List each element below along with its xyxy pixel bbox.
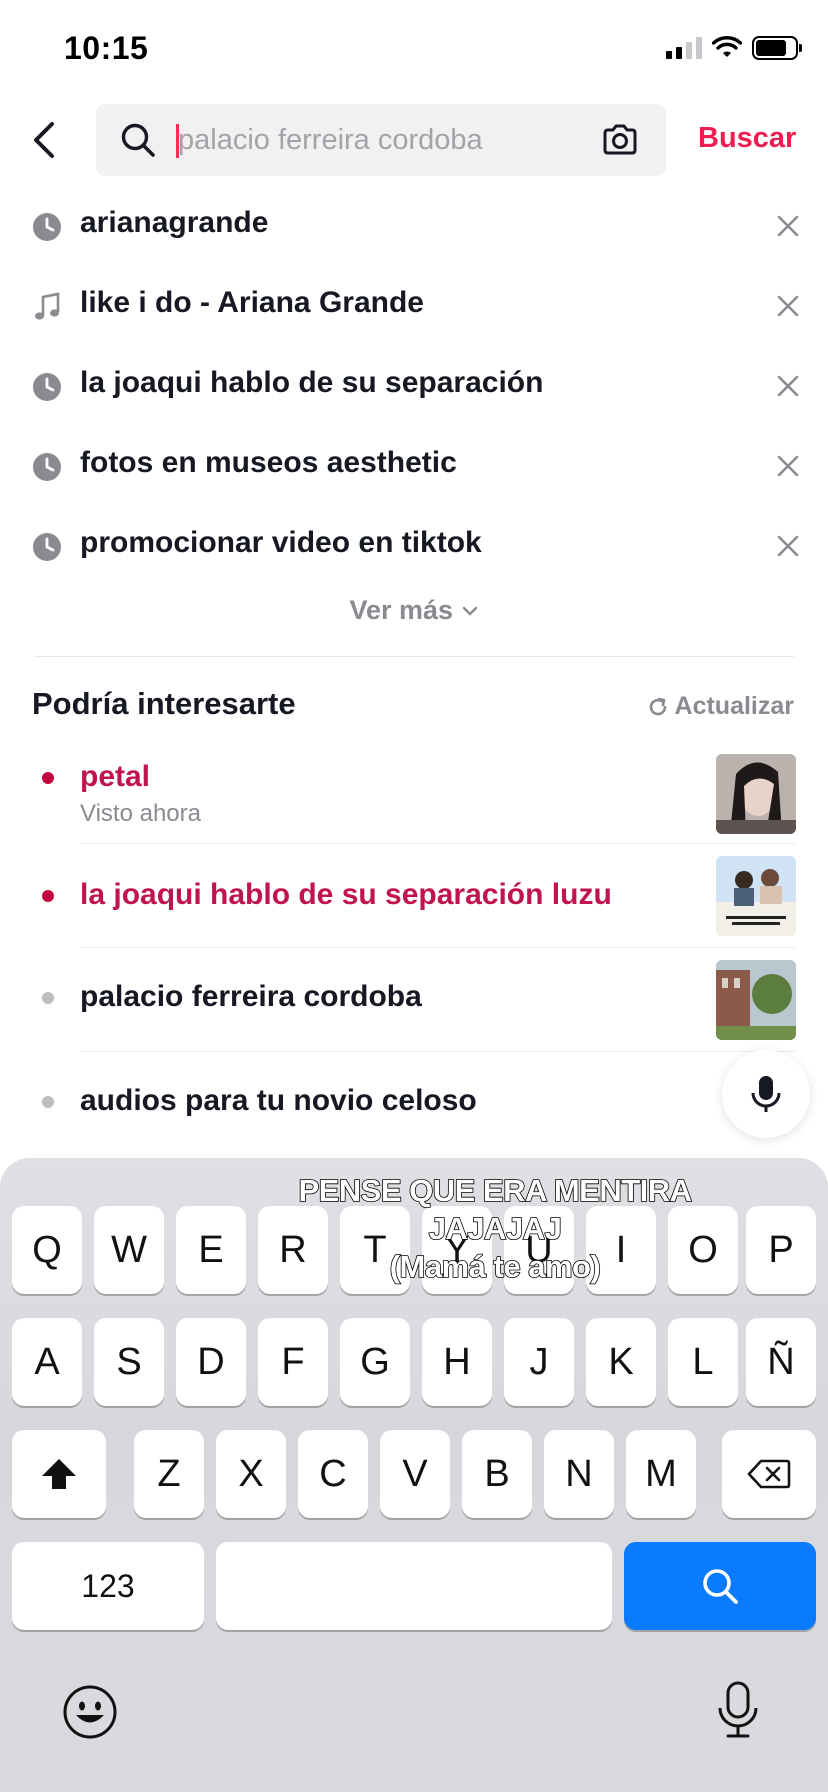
chevron-down-icon <box>462 606 477 616</box>
key[interactable]: X <box>216 1430 286 1518</box>
remove-history-icon[interactable] <box>772 370 804 402</box>
remove-history-icon[interactable] <box>772 530 804 562</box>
clock-icon <box>33 453 61 481</box>
shift-key[interactable] <box>12 1430 106 1518</box>
search-history-list: arianagrande like i do - Ariana Grande l… <box>0 190 828 590</box>
clock-icon <box>33 373 61 401</box>
key[interactable]: F <box>258 1318 328 1406</box>
key[interactable]: Q <box>12 1206 82 1294</box>
search-icon <box>703 1569 738 1604</box>
suggestions-title: Podría interesarte <box>32 686 296 721</box>
key[interactable]: C <box>298 1430 368 1518</box>
key[interactable]: Z <box>134 1430 204 1518</box>
key[interactable]: H <box>422 1318 492 1406</box>
suggestion-thumbnail <box>716 754 796 834</box>
key[interactable]: J <box>504 1318 574 1406</box>
history-item[interactable]: fotos en museos aesthetic <box>0 430 828 510</box>
key[interactable]: G <box>340 1318 410 1406</box>
status-icons <box>666 36 802 60</box>
key[interactable]: W <box>94 1206 164 1294</box>
music-note-icon <box>35 292 60 320</box>
caption-line: (Mamá te amo) <box>389 1248 602 1285</box>
remove-history-icon[interactable] <box>772 210 804 242</box>
status-bar: 10:15 <box>0 0 828 100</box>
section-divider <box>34 656 794 657</box>
key[interactable]: L <box>668 1318 738 1406</box>
refresh-button[interactable]: Actualizar <box>647 692 794 721</box>
key[interactable]: D <box>176 1318 246 1406</box>
suggestion-item[interactable]: petal Visto ahora <box>0 748 828 844</box>
suggestion-subtitle: Visto ahora <box>80 800 201 827</box>
backspace-icon <box>747 1459 791 1489</box>
key[interactable]: N <box>544 1430 614 1518</box>
caption-line: JAJAJAJ <box>428 1210 563 1247</box>
text-cursor <box>176 124 179 158</box>
history-item-label: arianagrande <box>80 206 269 239</box>
history-item[interactable]: la joaqui hablo de su separación <box>0 350 828 430</box>
suggestion-label: la joaqui hablo de su separación luzu <box>80 878 612 911</box>
space-key[interactable] <box>216 1542 612 1630</box>
history-item[interactable]: like i do - Ariana Grande <box>0 270 828 350</box>
key[interactable]: V <box>380 1430 450 1518</box>
cellular-signal-icon <box>666 37 702 59</box>
suggestions-list: petal Visto ahora la joaqui hablo de su … <box>0 748 828 1156</box>
suggestion-label: palacio ferreira cordoba <box>80 980 422 1013</box>
key[interactable]: K <box>586 1318 656 1406</box>
history-item[interactable]: promocionar video en tiktok <box>0 510 828 590</box>
back-arrow-icon[interactable] <box>26 118 66 162</box>
key[interactable]: S <box>94 1318 164 1406</box>
suggestion-item[interactable]: la joaqui hablo de su separación luzu <box>0 844 828 948</box>
remove-history-icon[interactable] <box>772 450 804 482</box>
suggestion-label: audios para tu novio celoso <box>80 1084 477 1117</box>
refresh-label: Actualizar <box>674 692 794 720</box>
battery-icon <box>752 36 802 60</box>
suggestion-dot-icon <box>42 1096 54 1108</box>
status-time: 10:15 <box>64 30 149 66</box>
key[interactable]: M <box>626 1430 696 1518</box>
search-icon <box>121 123 155 157</box>
trending-dot-icon <box>42 890 54 902</box>
backspace-key[interactable] <box>722 1430 816 1518</box>
search-box[interactable] <box>96 104 666 176</box>
keyboard-search-key[interactable] <box>624 1542 816 1630</box>
key[interactable]: B <box>462 1430 532 1518</box>
history-item-label: fotos en museos aesthetic <box>80 446 457 479</box>
search-submit-button[interactable]: Buscar <box>698 122 796 155</box>
history-item[interactable]: arianagrande <box>0 190 828 270</box>
suggestion-thumbnail <box>716 960 796 1040</box>
voice-search-button[interactable] <box>722 1050 810 1138</box>
suggestion-label: petal <box>80 760 151 793</box>
numbers-key[interactable]: 123 <box>12 1542 204 1630</box>
history-item-label: like i do - Ariana Grande <box>80 286 424 319</box>
suggestion-thumbnail <box>716 856 796 936</box>
history-item-label: promocionar video en tiktok <box>80 526 482 559</box>
suggestion-dot-icon <box>42 992 54 1004</box>
see-more-label: Ver más <box>349 595 454 626</box>
remove-history-icon[interactable] <box>772 290 804 322</box>
wifi-icon <box>712 36 742 57</box>
key[interactable]: Ñ <box>746 1318 816 1406</box>
caption-line: PENSE QUE ERA MENTIRA <box>298 1172 693 1209</box>
camera-icon[interactable] <box>600 120 640 160</box>
microphone-icon <box>751 1076 781 1112</box>
suggestion-item[interactable]: audios para tu novio celoso <box>0 1052 828 1156</box>
search-input[interactable] <box>178 114 578 166</box>
suggestion-item[interactable]: palacio ferreira cordoba <box>0 948 828 1052</box>
see-more-button[interactable]: Ver más <box>0 594 828 626</box>
trending-dot-icon <box>42 772 54 784</box>
video-caption-overlay: PENSE QUE ERA MENTIRA JAJAJAJ (Mamá te a… <box>200 1172 790 1286</box>
shift-arrow-icon <box>42 1459 76 1489</box>
dictation-microphone-icon[interactable] <box>716 1680 760 1740</box>
refresh-icon <box>649 697 666 715</box>
clock-icon <box>33 213 61 241</box>
history-item-label: la joaqui hablo de su separación <box>80 366 544 399</box>
emoji-icon[interactable] <box>62 1684 118 1740</box>
clock-icon <box>33 533 61 561</box>
key[interactable]: A <box>12 1318 82 1406</box>
